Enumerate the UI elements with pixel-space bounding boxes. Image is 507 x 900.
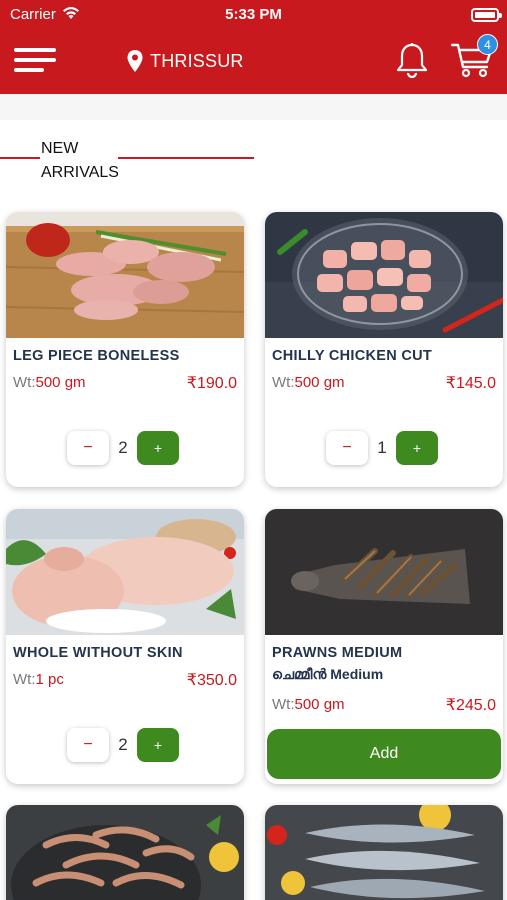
- weight-value: 500 gm: [294, 374, 345, 391]
- section-title: NEW ARRIVALS: [41, 140, 119, 181]
- product-weight: Wt:500 gm: [13, 374, 86, 391]
- product-card[interactable]: [265, 805, 503, 900]
- quantity-stepper: − 2 +: [67, 431, 179, 465]
- decrease-quantity-button[interactable]: −: [326, 431, 368, 465]
- decrease-quantity-button[interactable]: −: [67, 728, 109, 762]
- product-image: [265, 212, 503, 338]
- quantity-stepper: − 2 +: [67, 728, 179, 762]
- product-card[interactable]: LEG PIECE BONELESS Wt:500 gm ₹190.0 − 2 …: [6, 212, 244, 487]
- product-name: WHOLE WITHOUT SKIN: [13, 645, 183, 661]
- product-local-name: ചെമ്മീൻ Medium: [272, 666, 384, 682]
- product-card[interactable]: CHILLY CHICKEN CUT Wt:500 gm ₹145.0 − 1 …: [265, 212, 503, 487]
- weight-value: 500 gm: [294, 696, 345, 713]
- increase-quantity-button[interactable]: +: [137, 728, 179, 762]
- location-label: THRISSUR: [150, 50, 244, 71]
- status-bar: Carrier 5:33 PM: [0, 4, 507, 24]
- product-price: ₹145.0: [445, 375, 496, 392]
- weight-label: Wt:: [13, 374, 36, 391]
- header-spacer: [0, 94, 507, 120]
- weight-value: 1 pc: [35, 671, 64, 688]
- product-price: ₹350.0: [186, 672, 237, 689]
- quantity-value: 2: [118, 735, 128, 754]
- product-weight: Wt:500 gm: [272, 696, 345, 713]
- product-image: [265, 805, 503, 900]
- clock: 5:33 PM: [225, 6, 282, 23]
- increase-quantity-button[interactable]: +: [396, 431, 438, 465]
- section-divider-left: [0, 157, 40, 159]
- product-weight: Wt:500 gm: [272, 374, 345, 391]
- bell-icon[interactable]: [395, 42, 429, 78]
- weight-label: Wt:: [272, 696, 295, 713]
- product-card[interactable]: PRAWNS MEDIUM ചെമ്മീൻ Medium Wt:500 gm ₹…: [265, 509, 503, 784]
- cart-count-badge: 4: [477, 34, 498, 55]
- section-divider-right: [118, 157, 254, 159]
- product-image: [6, 805, 244, 900]
- product-weight: Wt:1 pc: [13, 671, 64, 688]
- product-card[interactable]: WHOLE WITHOUT SKIN Wt:1 pc ₹350.0 − 2 +: [6, 509, 244, 784]
- product-image: [6, 509, 244, 635]
- weight-value: 500 gm: [35, 374, 86, 391]
- product-image: [265, 509, 503, 635]
- weight-label: Wt:: [13, 671, 36, 688]
- product-price: ₹245.0: [445, 697, 496, 714]
- location-pin-icon: [127, 50, 143, 72]
- battery-icon: [471, 8, 502, 22]
- product-name: LEG PIECE BONELESS: [13, 348, 180, 364]
- quantity-value: 1: [377, 438, 387, 457]
- product-name: PRAWNS MEDIUM: [272, 645, 403, 661]
- app-header: Carrier 5:33 PM THRISSUR 4: [0, 0, 507, 94]
- quantity-value: 2: [118, 438, 128, 457]
- menu-icon[interactable]: [14, 45, 56, 73]
- product-image: [6, 212, 244, 338]
- add-to-cart-button[interactable]: Add: [267, 729, 501, 779]
- product-card[interactable]: [6, 805, 244, 900]
- location-selector[interactable]: THRISSUR: [126, 48, 244, 74]
- quantity-stepper: − 1 +: [326, 431, 438, 465]
- product-price: ₹190.0: [186, 375, 237, 392]
- decrease-quantity-button[interactable]: −: [67, 431, 109, 465]
- increase-quantity-button[interactable]: +: [137, 431, 179, 465]
- weight-label: Wt:: [272, 374, 295, 391]
- product-name: CHILLY CHICKEN CUT: [272, 348, 433, 364]
